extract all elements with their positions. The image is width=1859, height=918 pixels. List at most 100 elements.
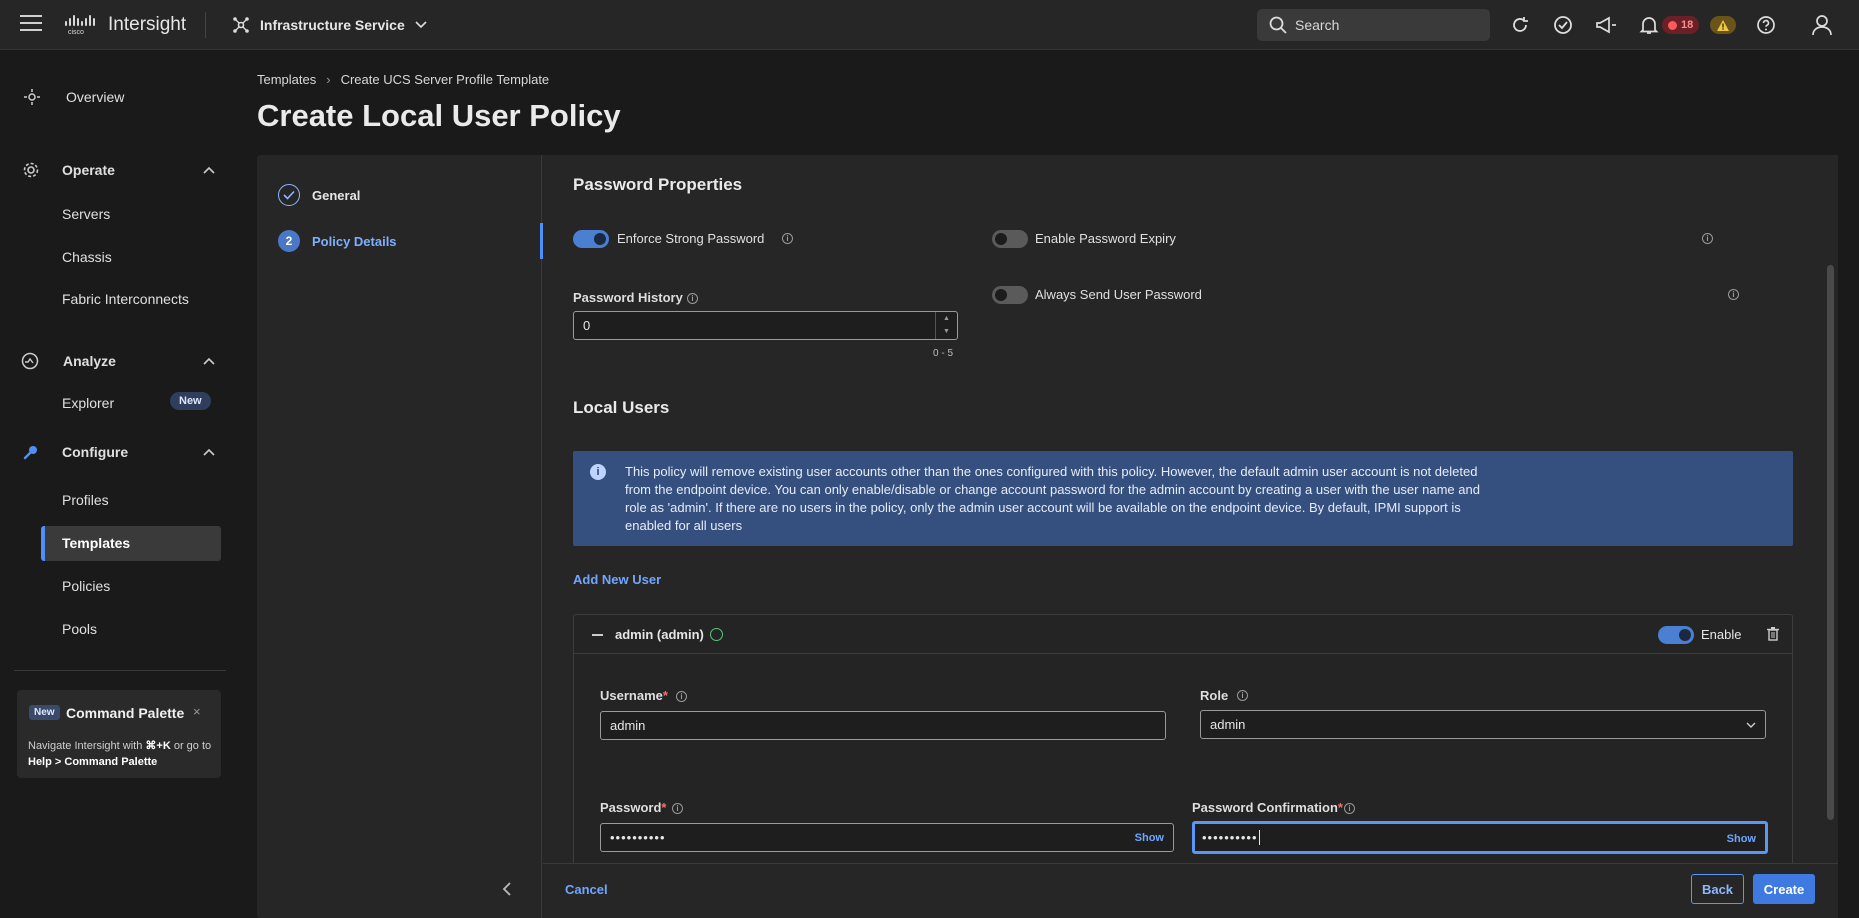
password-history-range: 0 - 5 bbox=[933, 348, 954, 359]
section-title-password: Password Properties bbox=[573, 175, 743, 194]
intersight-logo[interactable]: cisco Intersight bbox=[64, 14, 186, 36]
info-icon[interactable]: i bbox=[1344, 803, 1355, 814]
section-title-local-users: Local Users bbox=[573, 398, 670, 417]
divider bbox=[205, 12, 206, 38]
password-confirmation-value: •••••••••• bbox=[1202, 830, 1258, 845]
new-badge: New bbox=[29, 705, 60, 720]
breadcrumb: Templates › Create UCS Server Profile Te… bbox=[257, 72, 549, 87]
valid-check-icon bbox=[710, 628, 723, 641]
close-icon[interactable]: × bbox=[193, 704, 201, 719]
search-icon bbox=[1269, 16, 1287, 34]
wrench-icon bbox=[23, 446, 37, 460]
command-palette-title: Command Palette bbox=[66, 705, 185, 721]
warning-icon[interactable] bbox=[1710, 16, 1736, 34]
enforce-strong-password-label: Enforce Strong Password bbox=[617, 231, 765, 246]
info-icon[interactable]: i bbox=[687, 293, 698, 304]
nav-chassis[interactable]: Chassis bbox=[62, 249, 112, 265]
analyze-icon bbox=[21, 352, 39, 370]
enable-password-expiry-toggle[interactable] bbox=[992, 230, 1028, 248]
show-password-button[interactable]: Show bbox=[1135, 832, 1164, 844]
back-button[interactable]: Back bbox=[1691, 874, 1744, 904]
password-confirmation-label: Password Confirmation* bbox=[1192, 800, 1343, 815]
role-select[interactable]: admin bbox=[1200, 710, 1766, 739]
nav-servers[interactable]: Servers bbox=[62, 206, 110, 222]
enable-password-expiry-label: Enable Password Expiry bbox=[1035, 231, 1176, 246]
overview-icon bbox=[24, 89, 40, 105]
breadcrumb-separator: › bbox=[326, 72, 331, 87]
nav-overview-label: Overview bbox=[66, 89, 125, 105]
info-banner: i This policy will remove existing user … bbox=[573, 451, 1793, 546]
check-icon bbox=[278, 184, 300, 206]
wizard-footer: Cancel Back Create bbox=[543, 863, 1838, 918]
user-card-header: admin (admin) Enable bbox=[574, 615, 1792, 654]
page-title: Create Local User Policy bbox=[257, 98, 621, 133]
username-label: Username* bbox=[600, 688, 668, 703]
search-placeholder: Search bbox=[1295, 17, 1340, 33]
critical-alarms-badge[interactable]: 18 bbox=[1662, 16, 1700, 34]
chevron-left-icon[interactable] bbox=[502, 882, 512, 899]
nav-analyze-label: Analyze bbox=[63, 353, 116, 369]
step-label: General bbox=[312, 187, 361, 203]
nav-configure-label: Configure bbox=[62, 444, 129, 460]
alert-dot-icon bbox=[1668, 20, 1677, 30]
show-confirmation-button[interactable]: Show bbox=[1727, 833, 1756, 845]
password-history-label: Password History bbox=[573, 290, 683, 305]
info-icon[interactable]: i bbox=[782, 233, 793, 244]
info-icon[interactable]: i bbox=[1237, 690, 1248, 701]
password-history-input[interactable]: 0 ▲ ▼ bbox=[573, 311, 958, 340]
gear-icon bbox=[23, 162, 39, 178]
collapse-icon[interactable] bbox=[592, 634, 603, 636]
info-icon: i bbox=[590, 464, 606, 480]
nav-explorer[interactable]: Explorer bbox=[62, 395, 114, 411]
step-label: Policy Details bbox=[312, 233, 397, 249]
nav-analyze[interactable]: Analyze bbox=[21, 352, 215, 370]
nav-fabric-interconnects[interactable]: Fabric Interconnects bbox=[62, 291, 189, 307]
refresh-icon[interactable] bbox=[1508, 13, 1532, 37]
nav-overview[interactable]: Overview bbox=[23, 88, 124, 106]
password-value: •••••••••• bbox=[610, 830, 666, 845]
info-icon[interactable]: i bbox=[676, 691, 687, 702]
menu-icon[interactable] bbox=[20, 15, 42, 35]
svg-text:cisco: cisco bbox=[68, 29, 84, 35]
nav-profiles[interactable]: Profiles bbox=[62, 492, 109, 508]
side-nav: Overview Operate Servers Chassis Fabric … bbox=[0, 50, 226, 918]
user-enable-label: Enable bbox=[1701, 627, 1742, 642]
info-icon[interactable]: i bbox=[672, 803, 683, 814]
username-input[interactable]: admin bbox=[600, 711, 1166, 740]
nav-pools[interactable]: Pools bbox=[62, 621, 97, 637]
nav-policies[interactable]: Policies bbox=[62, 578, 110, 594]
number-stepper[interactable]: ▲ ▼ bbox=[935, 312, 957, 339]
scrollbar[interactable] bbox=[1823, 155, 1838, 863]
tasks-icon[interactable] bbox=[1551, 13, 1575, 37]
add-new-user-link[interactable]: Add New User bbox=[573, 572, 661, 587]
step-general[interactable]: General bbox=[278, 184, 360, 206]
announcements-icon[interactable] bbox=[1594, 13, 1618, 37]
policy-details-form: Password Properties Enforce Strong Passw… bbox=[543, 155, 1823, 863]
info-icon[interactable]: i bbox=[1728, 289, 1739, 300]
always-send-password-toggle[interactable] bbox=[992, 286, 1028, 304]
help-icon[interactable] bbox=[1754, 13, 1778, 37]
step-policy-details[interactable]: 2 Policy Details bbox=[278, 230, 397, 252]
wizard-panel: General 2 Policy Details Password Proper… bbox=[257, 155, 1838, 918]
breadcrumb-templates[interactable]: Templates bbox=[257, 72, 316, 87]
nav-configure[interactable]: Configure bbox=[23, 444, 215, 460]
info-icon[interactable]: i bbox=[1702, 233, 1713, 244]
user-enable-toggle[interactable] bbox=[1658, 626, 1694, 644]
nav-operate[interactable]: Operate bbox=[23, 162, 215, 178]
wizard-steps: General 2 Policy Details bbox=[257, 155, 543, 918]
breadcrumb-create-template[interactable]: Create UCS Server Profile Template bbox=[341, 72, 550, 87]
command-palette-card[interactable]: New Command Palette × Navigate Intersigh… bbox=[17, 690, 221, 778]
nav-templates-label: Templates bbox=[62, 535, 131, 551]
service-selector[interactable]: Infrastructure Service bbox=[232, 16, 427, 34]
user-icon[interactable] bbox=[1810, 13, 1834, 37]
search-input[interactable]: Search bbox=[1257, 9, 1490, 41]
enforce-strong-password-toggle[interactable] bbox=[573, 230, 609, 248]
brand-name: Intersight bbox=[108, 14, 187, 35]
trash-icon[interactable] bbox=[1767, 627, 1779, 641]
password-input[interactable]: •••••••••• Show bbox=[600, 823, 1174, 852]
bell-icon[interactable] bbox=[1637, 13, 1661, 37]
password-confirmation-input[interactable]: •••••••••• Show bbox=[1192, 821, 1768, 854]
nav-templates[interactable]: Templates bbox=[41, 526, 221, 561]
create-button[interactable]: Create bbox=[1753, 874, 1815, 904]
cancel-button[interactable]: Cancel bbox=[565, 882, 608, 897]
